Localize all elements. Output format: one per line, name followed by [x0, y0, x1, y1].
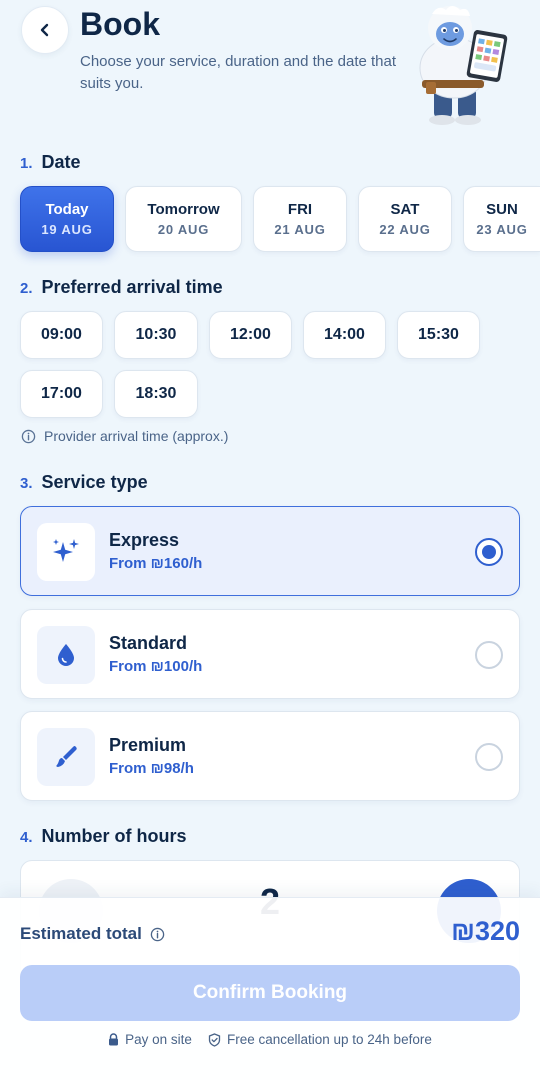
date-chip-label: SUN — [486, 201, 518, 218]
back-button[interactable] — [21, 6, 69, 54]
date-chip-date: 23 AUG — [476, 222, 528, 237]
section-number: 3. — [20, 475, 33, 492]
section-service-heading: 3. Service type — [20, 472, 148, 493]
pay-on-site-text: Pay on site — [125, 1032, 192, 1047]
service-radio-selected[interactable] — [475, 538, 503, 566]
section-arrival-heading: 2. Preferred arrival time — [20, 277, 223, 298]
date-chip-label: SAT — [390, 201, 420, 218]
time-chip-1200[interactable]: 12:00 — [209, 311, 292, 359]
droplet-icon — [58, 644, 74, 666]
sparkles-icon — [53, 539, 79, 562]
time-chip-1030[interactable]: 10:30 — [114, 311, 198, 359]
date-chip-date: 19 AUG — [41, 222, 93, 237]
service-price: From ₪100/h — [109, 658, 203, 675]
date-chip-label: Tomorrow — [147, 201, 220, 218]
service-radio[interactable] — [475, 641, 503, 669]
footer-notes: Pay on site Free cancellation up to 24h … — [0, 1032, 540, 1047]
date-chip-date: 22 AUG — [379, 222, 431, 237]
section-number: 2. — [20, 280, 33, 297]
shield-check-icon — [208, 1032, 221, 1047]
date-chip-today[interactable]: Today 19 AUG — [20, 186, 114, 252]
service-card-premium[interactable]: Premium From ₪98/h — [20, 711, 520, 801]
time-chip-1400[interactable]: 14:00 — [303, 311, 386, 359]
page-subtitle: Choose your service, duration and the da… — [80, 53, 397, 92]
lock-icon — [109, 1033, 119, 1046]
service-card-express[interactable]: Express From ₪160/h — [20, 506, 520, 596]
estimated-total-value: ₪320 — [451, 916, 520, 946]
booking-page: Book Choose your service, duration and t… — [0, 0, 540, 1080]
date-chip-fri[interactable]: FRI 21 AUG — [253, 186, 347, 252]
free-cancellation-text: Free cancellation up to 24h before — [226, 1032, 432, 1047]
arrival-note: Provider arrival time (approx.) — [21, 428, 228, 444]
info-icon[interactable] — [150, 927, 165, 942]
booking-summary-bar: Estimated total ₪320 Confirm Booking Pay… — [0, 897, 540, 1080]
service-name: Premium — [109, 735, 187, 755]
service-price: From ₪160/h — [109, 555, 203, 572]
brush-icon — [56, 745, 77, 767]
info-icon — [21, 429, 36, 443]
service-radio[interactable] — [475, 743, 503, 771]
page-title: Book — [80, 6, 160, 42]
section-hours-heading: 4. Number of hours — [20, 826, 187, 847]
time-chip-0900[interactable]: 09:00 — [20, 311, 103, 359]
estimated-total-text: Estimated total — [20, 924, 142, 943]
section-title: Preferred arrival time — [41, 277, 223, 297]
service-card-standard[interactable]: Standard From ₪100/h — [20, 609, 520, 699]
date-selector: Today 19 AUG Tomorrow 20 AUG FRI 21 AUG … — [20, 186, 540, 254]
date-chip-date: 20 AUG — [157, 222, 210, 237]
confirm-booking-button[interactable]: Confirm Booking — [20, 965, 520, 1021]
section-title: Date — [41, 152, 81, 172]
date-chip-date: 21 AUG — [274, 222, 326, 237]
arrival-note-text: Provider arrival time (approx.) — [44, 428, 229, 444]
section-title: Service type — [41, 472, 148, 492]
free-cancellation-note: Free cancellation up to 24h before — [208, 1032, 432, 1047]
time-chip-1700[interactable]: 17:00 — [20, 370, 103, 418]
date-chip-label: FRI — [287, 201, 313, 218]
date-chip-tomorrow[interactable]: Tomorrow 20 AUG — [125, 186, 242, 252]
date-chip-sat[interactable]: SAT 22 AUG — [358, 186, 452, 252]
section-number: 4. — [20, 829, 33, 846]
service-icon-box — [37, 523, 95, 581]
service-price: From ₪98/h — [109, 760, 194, 777]
time-chip-1830[interactable]: 18:30 — [114, 370, 198, 418]
service-icon-box — [37, 626, 95, 684]
service-icon-box — [37, 728, 95, 786]
service-name: Standard — [109, 633, 188, 653]
section-number: 1. — [20, 155, 33, 172]
time-chip-1530[interactable]: 15:30 — [397, 311, 480, 359]
section-title: Number of hours — [41, 826, 187, 846]
section-date-heading: 1. Date — [20, 152, 81, 173]
service-name: Express — [109, 530, 180, 550]
estimated-total-label: Estimated total — [20, 924, 165, 944]
date-chip-sun[interactable]: SUN 23 AUG — [463, 186, 540, 252]
pay-on-site-note: Pay on site — [108, 1032, 192, 1047]
yeti-mascot-illustration — [419, 6, 508, 125]
chevron-left-icon — [40, 23, 49, 37]
date-chip-label: Today — [45, 201, 89, 218]
